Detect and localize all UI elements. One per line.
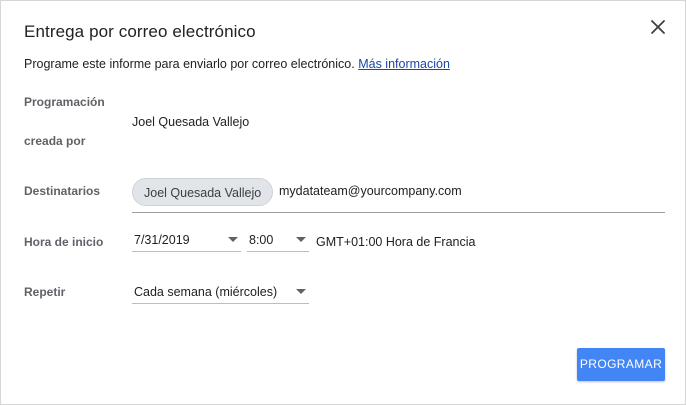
- dialog-title: Entrega por correo electrónico: [24, 22, 256, 41]
- repeat-label: Repetir: [24, 285, 66, 299]
- chevron-down-icon: [228, 237, 238, 242]
- schedule-creator-value: Joel Quesada Vallejo: [132, 115, 250, 129]
- recipients-input[interactable]: [279, 184, 659, 198]
- start-date-select[interactable]: 7/31/2019: [132, 230, 241, 252]
- schedule-creator-label-line1: Programación: [24, 95, 105, 109]
- start-time-value: 8:00: [249, 233, 274, 247]
- email-delivery-dialog: Entrega por correo electrónico Programe …: [0, 0, 686, 405]
- timezone-text: GMT+01:00 Hora de Francia: [316, 235, 476, 249]
- schedule-button[interactable]: PROGRAMAR: [577, 348, 665, 381]
- recipients-label: Destinatarios: [24, 184, 101, 198]
- schedule-creator-label-line2: creada por: [24, 134, 86, 148]
- description-text: Programe este informe para enviarlo por …: [24, 57, 355, 71]
- more-info-link[interactable]: Más información: [358, 57, 450, 71]
- repeat-select[interactable]: Cada semana (miércoles): [132, 282, 309, 304]
- start-date-value: 7/31/2019: [134, 233, 190, 247]
- dialog-description: Programe este informe para enviarlo por …: [24, 57, 450, 71]
- chevron-down-icon: [296, 237, 306, 242]
- start-time-label: Hora de inicio: [24, 235, 104, 249]
- recipient-chip[interactable]: Joel Quesada Vallejo: [132, 178, 274, 206]
- start-time-select[interactable]: 8:00: [247, 230, 309, 252]
- repeat-value: Cada semana (miércoles): [134, 285, 278, 299]
- close-icon[interactable]: [646, 15, 670, 39]
- chevron-down-icon: [296, 289, 306, 294]
- recipients-field[interactable]: Joel Quesada Vallejo: [132, 177, 665, 213]
